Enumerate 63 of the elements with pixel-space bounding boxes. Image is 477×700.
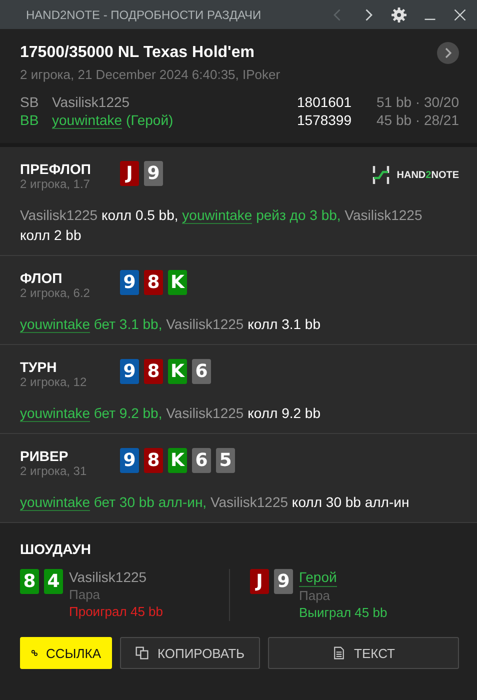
playing-card: 9 (144, 161, 163, 186)
playing-card: 8 (20, 569, 39, 594)
playing-card: 8 (144, 270, 163, 295)
section-title: ШОУДАУН (20, 541, 92, 557)
playing-card: J (120, 161, 139, 186)
playing-card: 8 (144, 448, 163, 473)
player-stats: 51 bb · 30/20 (375, 94, 459, 110)
result-text: Проиграл 45 bb (69, 603, 163, 620)
playing-card: 9 (120, 448, 139, 473)
player-link[interactable]: youwintake (52, 112, 122, 129)
settings-icon[interactable] (391, 6, 407, 22)
player-name: Vasilisk1225 (69, 569, 147, 586)
position-label: SB (20, 94, 40, 110)
playing-card: 6 (192, 359, 211, 384)
hand-subtitle: 2 игрока, 21 December 2024 6:40:35, IPoker (20, 67, 282, 82)
street-name: РИВЕР (20, 448, 70, 464)
result-text: Выиграл 45 bb (299, 604, 388, 621)
street-name: ФЛОП (20, 270, 64, 286)
player-link[interactable]: youwintake (20, 316, 90, 333)
player-link[interactable]: youwintake (20, 494, 90, 511)
hand-rank: Пара (69, 586, 100, 603)
playing-card: 9 (120, 270, 139, 295)
logo-text: HAND2NOTE (396, 170, 459, 180)
playing-card: 5 (216, 448, 235, 473)
playing-card: 6 (192, 448, 211, 473)
stack-amount: 1578399 (297, 112, 353, 128)
next-hand-icon[interactable] (437, 42, 459, 64)
action-line: youwintake бет 30 bb алл-ин, Vasilisk1225 колл 30 bb алл-ин (20, 493, 410, 512)
document-icon (332, 646, 346, 660)
street-info: 2 игрока, 6.2 (20, 286, 91, 300)
action-line: youwintake бет 3.1 bb, Vasilisk1225 колл 3.1 bb (20, 315, 322, 334)
window-title: HAND2NOTE - ПОДРОБНОСТИ РАЗДАЧИ (26, 8, 262, 22)
street-name: ТУРН (20, 359, 58, 375)
player-link[interactable]: youwintake (182, 207, 252, 224)
link-button[interactable]: ССЫЛКА (20, 637, 112, 669)
street-info: 2 игрока, 12 (20, 375, 88, 389)
player-link[interactable]: Герой (299, 569, 337, 587)
position-label: BB (20, 112, 40, 128)
playing-card: 4 (44, 569, 63, 594)
playing-card: 9 (274, 569, 293, 594)
playing-card: 8 (144, 359, 163, 384)
street-info: 2 игрока, 1.7 (20, 177, 91, 191)
player-stats: 45 bb · 28/21 (375, 112, 459, 128)
playing-card: K (168, 359, 187, 384)
playing-card: J (250, 569, 269, 594)
copy-button[interactable]: КОПИРОВАТЬ (120, 637, 260, 669)
action-line: youwintake бет 9.2 bb, Vasilisk1225 колл 9.2 bb (20, 404, 322, 423)
playing-card: K (168, 448, 187, 473)
logo-icon (370, 165, 391, 185)
street-info: 2 игрока, 31 (20, 464, 88, 478)
hand-rank: Пара (299, 587, 330, 604)
playing-card: 9 (120, 359, 139, 384)
hero-tag: (Герой) (126, 112, 174, 128)
copy-icon (135, 646, 150, 660)
action-line: Vasilisk1225 колл 0.5 bb, youwintake рейз до 3 bb, Vasilisk1225 колл 2 bb (20, 206, 424, 245)
player-name: Vasilisk1225 (52, 94, 130, 110)
hand-title: 17500/35000 NL Texas Hold'em (20, 44, 254, 62)
close-icon[interactable] (453, 8, 467, 22)
street-name: ПРЕФЛОП (20, 161, 92, 177)
stack-amount: 1801601 (297, 94, 353, 110)
text-button[interactable]: ТЕКСТ (268, 637, 459, 669)
playing-card: K (168, 270, 187, 295)
player-link[interactable]: youwintake (20, 405, 90, 422)
